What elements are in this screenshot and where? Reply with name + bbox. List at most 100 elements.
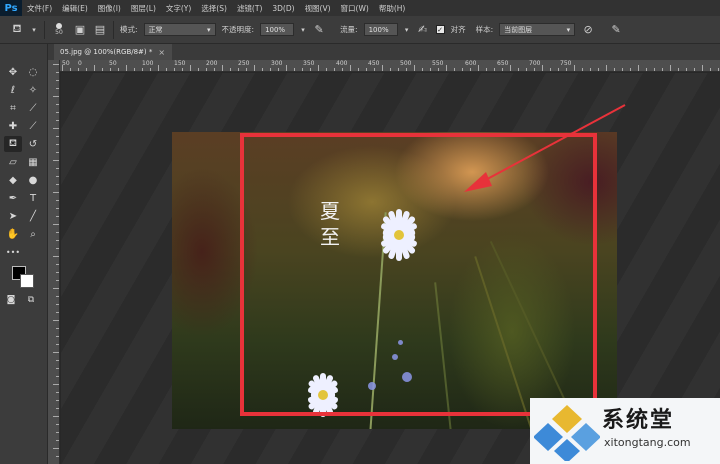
tools-panel: ✥ ◌ ℓ ✧ ⌗ ⟋ ✚ ⟋ ⛾ ↺ ▱ ▦ ◆ ● ✒ T ➤ ╱ ✋ ⌕ … <box>0 44 48 464</box>
brush-size-picker[interactable]: 50 <box>51 23 67 36</box>
menu-layer[interactable]: 图层(L) <box>126 3 161 14</box>
ruler-tick <box>158 65 159 71</box>
more-tools-icon[interactable]: ••• <box>4 244 22 260</box>
pen-tool-icon[interactable]: ✒ <box>4 190 22 206</box>
ruler-tick <box>686 68 687 71</box>
opacity-value: 100% <box>265 25 286 34</box>
ruler-tick <box>56 200 59 201</box>
chevron-down-icon[interactable]: ▾ <box>404 23 410 37</box>
menu-type[interactable]: 文字(Y) <box>161 3 196 14</box>
ruler-tick <box>502 68 503 71</box>
move-tool-icon[interactable]: ✥ <box>4 64 22 80</box>
ruler-tick <box>238 68 239 71</box>
aligned-checkbox[interactable]: ✓ <box>435 25 445 34</box>
ruler-tick <box>310 68 311 71</box>
magic-wand-tool-icon[interactable]: ✧ <box>24 82 42 98</box>
background-color-swatch[interactable] <box>20 274 34 288</box>
brush-tool-icon[interactable]: ⟋ <box>24 118 42 134</box>
ruler-tick <box>414 65 415 71</box>
menu-filter[interactable]: 滤镜(T) <box>232 3 267 14</box>
ruler-tick <box>53 288 59 289</box>
marquee-tool-icon[interactable]: ◌ <box>24 64 42 80</box>
chevron-down-icon[interactable]: ▾ <box>300 23 306 37</box>
ruler-tick <box>56 72 59 73</box>
ruler-tick <box>56 336 59 337</box>
ruler-tick <box>486 68 487 71</box>
menu-file[interactable]: 文件(F) <box>22 3 57 14</box>
ruler-tick <box>406 68 407 71</box>
document-tab[interactable]: 05.jpg @ 100%(RGB/8#) * × <box>54 44 172 60</box>
ruler-tick <box>56 208 59 209</box>
ruler-tick <box>446 65 447 71</box>
chevron-down-icon[interactable]: ▾ <box>30 23 38 37</box>
ruler-tick <box>270 68 271 71</box>
line-tool-icon[interactable]: ╱ <box>24 208 42 224</box>
ruler-tick <box>358 68 359 71</box>
ruler-tick <box>56 272 59 273</box>
screen-mode-icon[interactable]: ⧉ <box>24 294 38 306</box>
quick-mask-icon[interactable]: ◙ <box>4 294 18 306</box>
eyedropper-tool-icon[interactable]: ⟋ <box>24 100 42 116</box>
menu-3d[interactable]: 3D(D) <box>267 4 299 13</box>
ruler-tick <box>56 248 59 249</box>
mode-select[interactable]: 正常 ▾ <box>143 23 216 36</box>
toggle-clone-source-icon[interactable]: ▤ <box>93 23 107 37</box>
opacity-label: 不透明度: <box>221 25 255 34</box>
ruler-tick-label: 250 <box>238 60 250 67</box>
gradient-tool-icon[interactable]: ▦ <box>24 154 42 170</box>
clone-stamp-preset-icon[interactable]: ⛾ <box>10 22 24 37</box>
ruler-tick <box>534 68 535 71</box>
close-icon[interactable]: × <box>158 48 165 57</box>
pressure-opacity-icon[interactable]: ✎ <box>312 23 326 37</box>
ruler-tick <box>56 112 59 113</box>
ruler-tick <box>53 352 59 353</box>
ruler-tick <box>56 368 59 369</box>
ruler-tick <box>53 416 59 417</box>
toggle-brush-panel-icon[interactable]: ▣ <box>73 23 87 37</box>
history-brush-tool-icon[interactable]: ↺ <box>24 136 42 152</box>
vertical-ruler <box>48 60 60 464</box>
sample-select[interactable]: 当前图层 ▾ <box>499 23 576 36</box>
menu-help[interactable]: 帮助(H) <box>374 3 411 14</box>
flow-input[interactable]: 100% <box>363 23 398 36</box>
menu-view[interactable]: 视图(V) <box>300 3 336 14</box>
lasso-tool-icon[interactable]: ℓ <box>4 82 22 98</box>
menu-edit[interactable]: 编辑(E) <box>57 3 93 14</box>
hand-tool-icon[interactable]: ✋ <box>4 226 22 242</box>
healing-brush-tool-icon[interactable]: ✚ <box>4 118 22 134</box>
flow-value: 100% <box>368 25 389 34</box>
menu-select[interactable]: 选择(S) <box>196 3 232 14</box>
ruler-tick <box>56 264 59 265</box>
ruler-tick <box>718 68 719 71</box>
eraser-tool-icon[interactable]: ▱ <box>4 154 22 170</box>
airbrush-icon[interactable]: ✍ <box>416 23 430 37</box>
opacity-input[interactable]: 100% <box>260 23 295 36</box>
ruler-tick <box>56 152 59 153</box>
brush-size-value: 50 <box>55 29 63 36</box>
ruler-tick <box>214 68 215 71</box>
ruler-tick <box>53 320 59 321</box>
ruler-tick <box>134 68 135 71</box>
flow-label: 流量: <box>340 25 358 34</box>
ruler-tick <box>294 68 295 71</box>
ignore-adjustment-layers-icon[interactable]: ⊘ <box>581 23 595 37</box>
ruler-tick <box>53 448 59 449</box>
ruler-tick <box>262 68 263 71</box>
ruler-tick <box>246 68 247 71</box>
ruler-tick <box>254 65 255 71</box>
sample-value: 当前图层 <box>504 25 533 34</box>
type-tool-icon[interactable]: T <box>24 190 42 206</box>
crop-tool-icon[interactable]: ⌗ <box>4 100 22 116</box>
ruler-tick <box>78 68 79 71</box>
path-selection-tool-icon[interactable]: ➤ <box>4 208 22 224</box>
clone-stamp-tool-icon[interactable]: ⛾ <box>4 136 22 152</box>
dodge-tool-icon[interactable]: ● <box>24 172 42 188</box>
pressure-size-icon[interactable]: ✎ <box>609 23 623 37</box>
menu-image[interactable]: 图像(I) <box>93 3 126 14</box>
ruler-tick <box>56 104 59 105</box>
ruler-tick <box>646 68 647 71</box>
ruler-tick <box>222 65 223 71</box>
zoom-tool-icon[interactable]: ⌕ <box>24 226 42 242</box>
menu-window[interactable]: 窗口(W) <box>336 3 374 14</box>
blur-tool-icon[interactable]: ◆ <box>4 172 22 188</box>
